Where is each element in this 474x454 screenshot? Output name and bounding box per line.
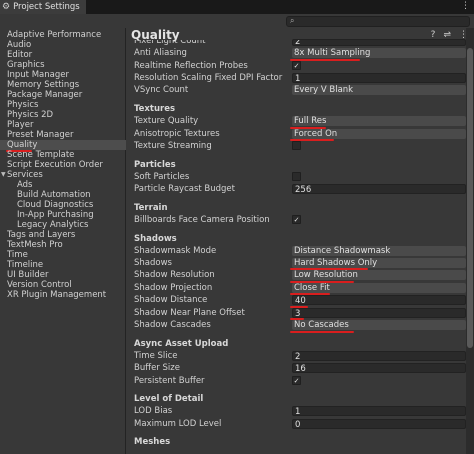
billboards-checkbox[interactable]: ✓	[292, 215, 301, 224]
scrollbar-thumb[interactable]	[467, 48, 473, 348]
sidebar-item-in-app-purchasing[interactable]: In-App Purchasing	[17, 210, 94, 220]
time-slice-field[interactable]: 2	[292, 351, 466, 362]
realtime-reflection-label: Realtime Reflection Probes	[134, 61, 248, 71]
window-titlebar: ⚙ Project Settings ⋮	[0, 0, 474, 14]
vsync-dropdown[interactable]: Every V Blank	[292, 85, 466, 95]
texture-streaming-label: Texture Streaming	[134, 141, 212, 151]
sidebar-item-physics[interactable]: Physics	[7, 100, 38, 110]
sidebar-item-build-automation[interactable]: Build Automation	[17, 190, 91, 200]
shadowmask-mode-dropdown[interactable]: Distance Shadowmask	[292, 246, 466, 256]
gear-icon: ⚙	[2, 2, 11, 12]
shadow-resolution-label: Shadow Resolution	[134, 270, 215, 280]
sidebar-item-xr-plugin-management[interactable]: XR Plugin Management	[7, 290, 106, 300]
raycast-budget-label: Particle Raycast Budget	[134, 184, 235, 194]
sidebar-item-time[interactable]: Time	[7, 250, 28, 260]
shadow-cascades-label: Shadow Cascades	[134, 320, 211, 330]
resolution-scaling-field[interactable]: 1	[292, 73, 466, 84]
vertical-scrollbar[interactable]	[466, 28, 474, 454]
sidebar-item-ads[interactable]: Ads	[17, 180, 33, 190]
anti-aliasing-label: Anti Aliasing	[134, 48, 187, 58]
sidebar-item-memory-settings[interactable]: Memory Settings	[7, 80, 79, 90]
shadowmask-mode-label: Shadowmask Mode	[134, 246, 217, 256]
sidebar-item-editor[interactable]: Editor	[7, 50, 32, 60]
terrain-header: Terrain	[134, 203, 168, 213]
sidebar-item-adaptive-performance[interactable]: Adaptive Performance	[7, 30, 101, 40]
anisotropic-label: Anisotropic Textures	[134, 129, 220, 139]
sidebar-item-input-manager[interactable]: Input Manager	[7, 70, 69, 80]
lod-bias-field[interactable]: 1	[292, 406, 466, 417]
shadows-label: Shadows	[134, 258, 172, 268]
anisotropic-dropdown[interactable]: Forced On	[292, 129, 466, 139]
realtime-reflection-checkbox[interactable]: ✓	[292, 61, 301, 70]
settings-sidebar: Adaptive Performance Audio Editor Graphi…	[0, 28, 126, 454]
sidebar-item-services[interactable]: ▼ Services	[1, 170, 43, 180]
shadow-cascades-dropdown[interactable]: No Cascades	[292, 320, 466, 330]
sidebar-item-label: Services	[7, 170, 43, 180]
buffer-size-field[interactable]: 16	[292, 363, 466, 374]
pixel-light-count-field[interactable]: 2	[292, 39, 466, 46]
window-title: Project Settings	[13, 2, 80, 12]
sidebar-item-package-manager[interactable]: Package Manager	[7, 90, 82, 100]
sidebar-item-quality[interactable]: Quality	[0, 140, 126, 150]
sidebar-item-scene-template[interactable]: Scene Template	[7, 150, 74, 160]
texture-quality-dropdown[interactable]: Full Res	[292, 116, 466, 126]
lod-bias-label: LOD Bias	[134, 406, 173, 416]
window-tab[interactable]: ⚙ Project Settings	[0, 0, 86, 14]
sidebar-item-timeline[interactable]: Timeline	[7, 260, 43, 270]
search-row: ⌕	[0, 14, 474, 28]
shadow-distance-field[interactable]: 40	[292, 295, 466, 306]
sidebar-item-version-control[interactable]: Version Control	[7, 280, 72, 290]
billboards-label: Billboards Face Camera Position	[134, 215, 270, 225]
sidebar-item-graphics[interactable]: Graphics	[7, 60, 45, 70]
quality-panel: Quality ? ⇌ ⋮ Pixel Light Count 2 Anti A…	[127, 28, 474, 454]
buffer-size-label: Buffer Size	[134, 363, 180, 373]
soft-particles-label: Soft Particles	[134, 172, 190, 182]
shadows-header: Shadows	[134, 234, 177, 244]
anti-aliasing-dropdown[interactable]: 8x Multi Sampling	[292, 48, 466, 58]
sidebar-item-player[interactable]: Player	[7, 120, 33, 130]
max-lod-label: Maximum LOD Level	[134, 419, 222, 429]
persistent-buffer-label: Persistent Buffer	[134, 376, 205, 386]
textures-header: Textures	[134, 104, 176, 114]
sidebar-item-cloud-diagnostics[interactable]: Cloud Diagnostics	[17, 200, 93, 210]
shadow-near-plane-field[interactable]: 3	[292, 308, 466, 319]
more-vert-icon[interactable]: ⋮	[461, 1, 470, 11]
pixel-light-count-label: Pixel Light Count	[134, 40, 206, 45]
raycast-budget-field[interactable]: 256	[292, 184, 466, 195]
particles-header: Particles	[134, 160, 176, 170]
sidebar-item-script-execution-order[interactable]: Script Execution Order	[7, 160, 103, 170]
sidebar-item-audio[interactable]: Audio	[7, 40, 31, 50]
sidebar-item-textmesh-pro[interactable]: TextMesh Pro	[7, 240, 63, 250]
texture-streaming-checkbox[interactable]	[292, 141, 301, 150]
sidebar-item-physics-2d[interactable]: Physics 2D	[7, 110, 53, 120]
sidebar-item-preset-manager[interactable]: Preset Manager	[7, 130, 73, 140]
search-icon: ⌕	[290, 16, 295, 25]
shadow-resolution-dropdown[interactable]: Low Resolution	[292, 270, 466, 280]
sidebar-item-tags-and-layers[interactable]: Tags and Layers	[7, 230, 75, 240]
resolution-scaling-label: Resolution Scaling Fixed DPI Factor	[134, 73, 283, 83]
soft-particles-checkbox[interactable]	[292, 172, 301, 181]
shadow-distance-label: Shadow Distance	[134, 295, 208, 305]
max-lod-field[interactable]: 0	[292, 419, 466, 430]
shadows-dropdown[interactable]: Hard Shadows Only	[292, 258, 466, 268]
vsync-label: VSync Count	[134, 85, 189, 95]
shadow-projection-dropdown[interactable]: Close Fit	[292, 283, 466, 293]
caret-down-icon[interactable]: ▼	[1, 170, 6, 180]
meshes-header: Meshes	[134, 437, 171, 447]
annotation-underline	[290, 331, 354, 333]
sidebar-item-legacy-analytics[interactable]: Legacy Analytics	[17, 220, 88, 230]
search-input[interactable]: ⌕	[286, 16, 470, 27]
async-upload-header: Async Asset Upload	[134, 339, 229, 349]
persistent-buffer-checkbox[interactable]: ✓	[292, 376, 301, 385]
time-slice-label: Time Slice	[134, 351, 178, 361]
shadow-near-plane-label: Shadow Near Plane Offset	[134, 308, 245, 318]
texture-quality-label: Texture Quality	[134, 116, 199, 126]
shadow-projection-label: Shadow Projection	[134, 283, 213, 293]
sidebar-item-ui-builder[interactable]: UI Builder	[7, 270, 49, 280]
lod-header: Level of Detail	[134, 394, 204, 404]
